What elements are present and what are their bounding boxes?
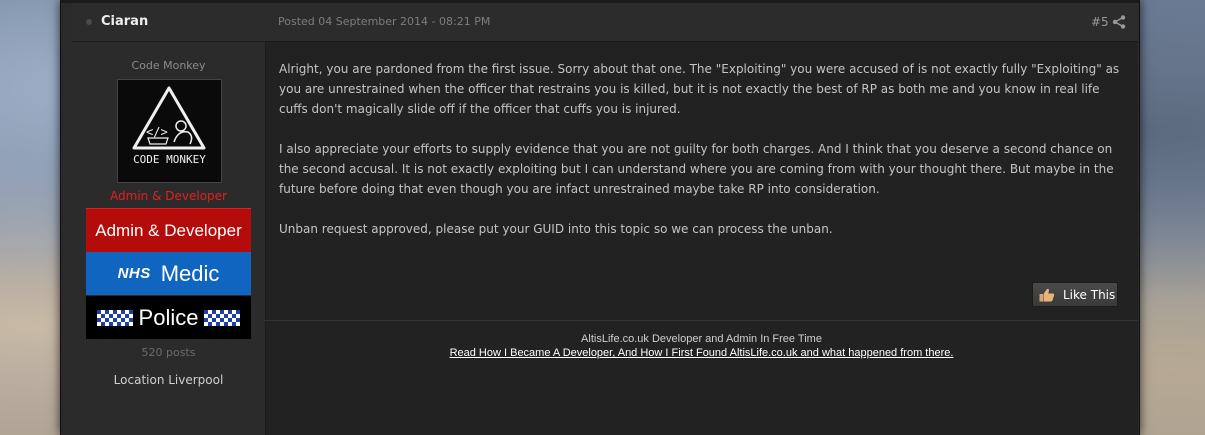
- police-badge-label: Police: [138, 304, 199, 330]
- signature-divider: [265, 320, 1138, 321]
- svg-text:</>: </>: [146, 125, 168, 139]
- medic-badge-label: Medic: [160, 260, 220, 286]
- signature-link[interactable]: Read How I Became A Developer, And How I…: [265, 347, 1138, 359]
- checker-pattern-right: [204, 309, 241, 326]
- share-icon[interactable]: [1112, 15, 1126, 29]
- post-number-link[interactable]: #5: [1091, 15, 1109, 29]
- like-button-label: Like This: [1063, 287, 1116, 302]
- post-paragraph: Unban request approved, please put your …: [279, 222, 833, 236]
- post-container: Ciaran Posted 04 September 2014 - 08:21 …: [72, 3, 1138, 435]
- post-header: Ciaran Posted 04 September 2014 - 08:21 …: [72, 3, 1138, 42]
- like-button[interactable]: Like This: [1032, 282, 1118, 307]
- forum-post: Ciaran Posted 04 September 2014 - 08:21 …: [60, 0, 1140, 435]
- post-count: 520 posts: [141, 346, 196, 359]
- police-badge: Police: [86, 296, 251, 339]
- post-body: Alright, you are pardoned from the first…: [279, 59, 1129, 259]
- post-date: Posted 04 September 2014 - 08:21 PM: [278, 15, 491, 28]
- nhs-medic-badge: NHS Medic: [86, 252, 251, 295]
- online-status-dot: [86, 19, 92, 25]
- checker-pattern-left: [96, 309, 133, 326]
- author-panel: Code Monkey </> CODE MONKEY Admin & Deve…: [72, 42, 266, 435]
- member-group: Admin & Developer: [110, 189, 227, 203]
- member-location: Location Liverpool: [113, 373, 224, 387]
- admin-developer-badge: Admin & Developer: [86, 208, 251, 252]
- avatar-caption: CODE MONKEY: [133, 153, 206, 166]
- signature-text: AltisLife.co.uk Developer and Admin In F…: [581, 333, 822, 345]
- admin-badge-label: Admin & Developer: [95, 220, 242, 240]
- code-monkey-logo-icon: </>: [132, 86, 206, 150]
- thumbs-up-icon: [1039, 288, 1055, 301]
- member-title: Code Monkey: [131, 59, 206, 72]
- post-paragraph: Alright, you are pardoned from the first…: [279, 62, 1120, 116]
- avatar[interactable]: </> CODE MONKEY: [117, 79, 222, 183]
- post-paragraph: I also appreciate your efforts to supply…: [279, 142, 1114, 196]
- post-author-name[interactable]: Ciaran: [101, 14, 148, 29]
- nhs-logo-text: NHS: [117, 265, 151, 282]
